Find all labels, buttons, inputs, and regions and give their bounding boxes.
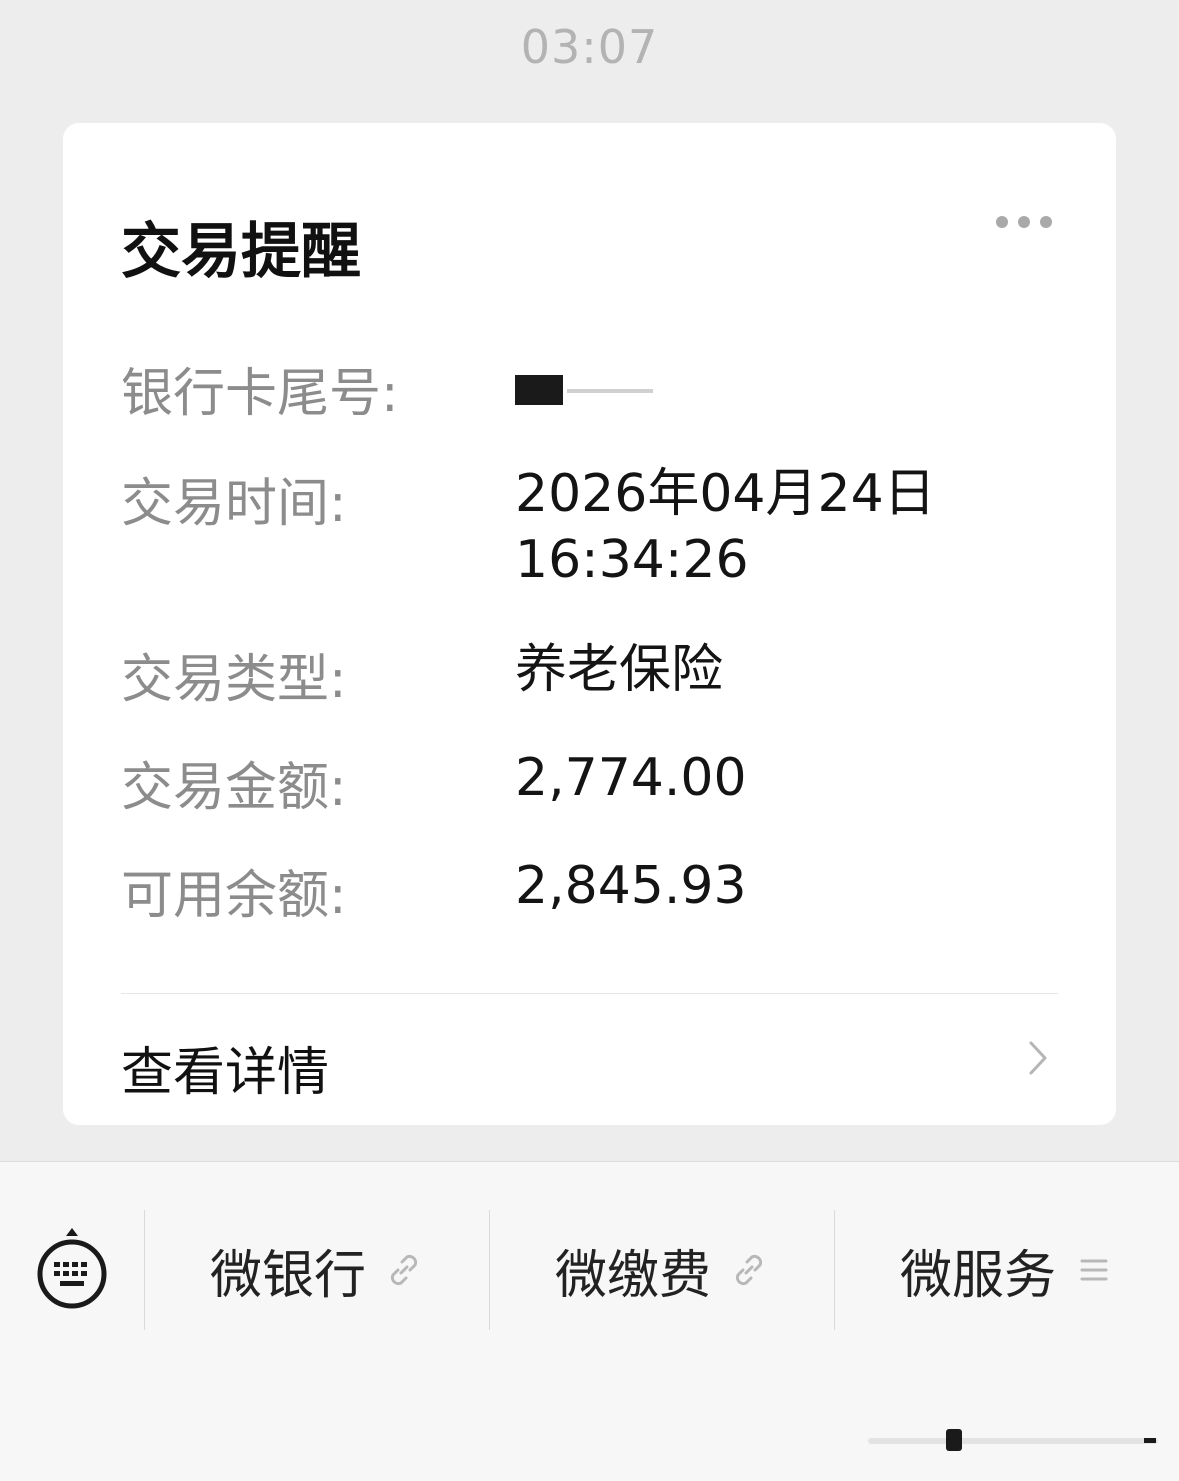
card-number-value <box>515 351 653 417</box>
available-balance-label: 可用余额: <box>121 866 347 926</box>
transaction-card: 交易提醒 银行卡尾号: 交易时间: 2026年04月24日 16:34:26 交… <box>63 123 1116 1125</box>
redaction-mark <box>515 375 563 405</box>
chevron-right-icon <box>1029 1041 1047 1075</box>
transaction-clock: 16:34:26 <box>515 530 749 590</box>
card-number-label: 银行卡尾号: <box>121 364 399 424</box>
menu-lines-icon <box>1080 1259 1108 1281</box>
transaction-amount-label: 交易金额: <box>121 758 347 818</box>
home-indicator <box>868 1429 1158 1451</box>
more-options-icon[interactable] <box>996 215 1052 229</box>
link-icon <box>390 1254 418 1286</box>
menu-item-wei-payment[interactable]: 微缴费 <box>490 1210 834 1330</box>
available-balance-value: 2,845.93 <box>515 856 747 916</box>
menu-item-wei-service[interactable]: 微服务 <box>835 1210 1179 1330</box>
menu-item-label: 微银行 <box>209 1245 366 1306</box>
link-icon <box>735 1254 763 1286</box>
transaction-date: 2026年04月24日 <box>515 464 936 524</box>
menu-item-wei-bank[interactable]: 微银行 <box>145 1210 489 1330</box>
transaction-time-label: 交易时间: <box>121 474 347 534</box>
menu-item-label: 微服务 <box>899 1245 1056 1306</box>
transaction-time-value: 2026年04月24日 16:34:26 <box>515 461 936 593</box>
transaction-amount-value: 2,774.00 <box>515 748 747 808</box>
view-details-label: 查看详情 <box>121 1043 330 1103</box>
keyboard-toggle-icon[interactable] <box>36 1226 108 1314</box>
transaction-type-label: 交易类型: <box>121 650 347 710</box>
view-details-button[interactable]: 查看详情 <box>63 994 1116 1125</box>
transaction-type-value: 养老保险 <box>515 640 724 700</box>
card-title: 交易提醒 <box>121 217 361 287</box>
menu-item-label: 微缴费 <box>554 1245 711 1306</box>
message-timestamp: 03:07 <box>520 20 659 74</box>
